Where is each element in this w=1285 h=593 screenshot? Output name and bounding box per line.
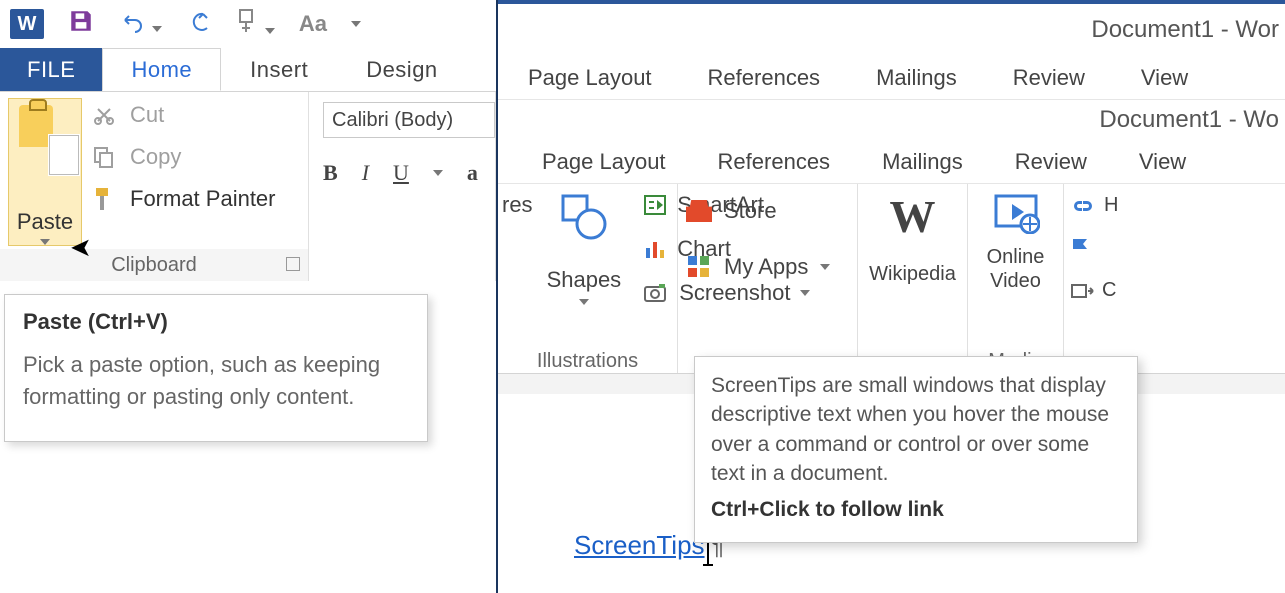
cut-label: Cut — [130, 102, 164, 128]
clipboard-group: Paste Cut Copy Format Painter Clipboar — [0, 92, 309, 281]
format-painter-button[interactable]: Format Painter — [92, 186, 276, 212]
underline-button[interactable]: U — [393, 160, 409, 186]
screentip-title: Paste (Ctrl+V) — [23, 309, 409, 335]
bold-button[interactable]: B — [323, 160, 338, 186]
font-name-value: Calibri (Body) — [332, 109, 453, 132]
store-button[interactable]: Store — [686, 198, 849, 224]
window-title-2: Document1 - Wo — [1099, 106, 1279, 134]
paste-screentip: Paste (Ctrl+V) Pick a paste option, such… — [4, 294, 428, 442]
redo-icon[interactable] — [186, 10, 212, 39]
tab-mailings-1[interactable]: Mailings — [876, 65, 957, 91]
hyperlink-button[interactable]: H — [1070, 194, 1285, 217]
illustrations-group: res Shapes SmartArt Chart — [498, 184, 678, 373]
tab-page-layout-1[interactable]: Page Layout — [528, 65, 652, 91]
font-a-button[interactable]: a — [467, 160, 478, 186]
paste-sheet-icon — [49, 135, 79, 175]
change-case-icon[interactable]: Aa — [299, 11, 327, 37]
my-apps-dropdown-icon[interactable] — [820, 264, 830, 270]
store-icon — [686, 200, 712, 222]
tab-references-2[interactable]: References — [718, 149, 831, 175]
tab-view-1[interactable]: View — [1141, 65, 1188, 91]
shapes-label[interactable]: Shapes — [547, 267, 622, 293]
save-icon[interactable] — [68, 8, 94, 40]
tab-review-2[interactable]: Review — [1015, 149, 1087, 175]
cut-button[interactable]: Cut — [92, 102, 276, 128]
screentip-body: Pick a paste option, such as keeping for… — [23, 349, 409, 413]
hyperlink-text[interactable]: ScreenTips — [574, 530, 705, 560]
hyperlink-screentip: ScreenTips are small windows that displa… — [694, 356, 1138, 543]
cross-ref-label: C — [1102, 279, 1116, 302]
wikipedia-icon[interactable]: W — [866, 190, 959, 243]
paste-label: Paste — [17, 209, 73, 235]
touch-mode-icon[interactable] — [236, 8, 274, 41]
tab-design[interactable]: Design — [337, 48, 466, 91]
store-label: Store — [724, 198, 777, 224]
title-bar-2: Document1 - Wo — [498, 100, 1285, 140]
paste-dropdown-icon[interactable] — [40, 239, 50, 245]
my-apps-button[interactable]: My Apps — [686, 254, 849, 280]
online-video-label[interactable]: Online Video — [976, 245, 1055, 293]
my-apps-icon — [686, 254, 712, 280]
hyperlink-label: H — [1104, 194, 1118, 217]
tab-review-1[interactable]: Review — [1013, 65, 1085, 91]
clipboard-icon — [19, 105, 53, 147]
word-logo-icon: W — [10, 9, 44, 39]
window-title-1: Document1 - Wor — [1091, 16, 1279, 44]
my-apps-label: My Apps — [724, 254, 808, 280]
underline-dropdown-icon[interactable] — [433, 170, 443, 176]
tab-home[interactable]: Home — [102, 48, 221, 91]
tab-mailings-2[interactable]: Mailings — [882, 149, 963, 175]
quick-access-toolbar: W Aa — [0, 0, 496, 48]
tab-view-2[interactable]: View — [1139, 149, 1186, 175]
touch-dropdown-icon[interactable] — [265, 28, 275, 34]
clipboard-group-label: Clipboard — [0, 249, 308, 281]
copy-button[interactable]: Copy — [92, 144, 276, 170]
online-video-icon[interactable] — [992, 221, 1040, 238]
cross-reference-button[interactable]: C — [1070, 279, 1285, 302]
clipboard-dialog-launcher-icon[interactable] — [286, 257, 300, 271]
undo-icon[interactable] — [118, 10, 162, 39]
cursor-arrow-icon: ➤ — [70, 232, 92, 263]
shapes-dropdown-icon[interactable] — [579, 299, 589, 305]
copy-label: Copy — [130, 144, 181, 170]
hyperlink-screentip-body: ScreenTips are small windows that displa… — [711, 374, 1109, 485]
italic-button[interactable]: I — [362, 160, 369, 186]
ribbon-tabs-left: FILE Home Insert Design — [0, 48, 496, 92]
illustrations-group-label: Illustrations — [498, 350, 677, 373]
ribbon-tabs-lower: Page Layout References Mailings Review V… — [498, 140, 1285, 184]
media-group: Online Video Media — [968, 184, 1064, 373]
tab-references-1[interactable]: References — [708, 65, 821, 91]
links-group: H C — [1064, 184, 1285, 373]
font-name-combo[interactable]: Calibri (Body) — [323, 102, 495, 138]
hyperlink-screentip-ctrl: Ctrl+Click to follow link — [711, 495, 1121, 524]
format-painter-label: Format Painter — [130, 186, 276, 212]
apps-group: Store My Apps — [678, 184, 858, 373]
title-bar-1: Document1 - Wor — [498, 0, 1285, 56]
bookmark-flag-icon — [1070, 237, 1090, 259]
tab-file[interactable]: FILE — [0, 48, 102, 91]
bookmark-button[interactable] — [1070, 237, 1285, 259]
wikipedia-group: W Wikipedia — [858, 184, 968, 373]
undo-dropdown-icon[interactable] — [152, 26, 162, 32]
shapes-icon[interactable] — [559, 192, 609, 247]
tab-page-layout-2[interactable]: Page Layout — [542, 149, 666, 175]
open-folder-icon[interactable] — [351, 15, 361, 33]
left-word-window: W Aa FILE Home Insert Design — [0, 0, 496, 593]
paste-button[interactable]: Paste — [8, 98, 82, 246]
wikipedia-label[interactable]: Wikipedia — [866, 263, 959, 286]
font-group: Calibri (Body) B I U a — [309, 92, 496, 281]
pictures-res-fragment: res — [502, 192, 533, 218]
tab-insert[interactable]: Insert — [221, 48, 337, 91]
ribbon-insert: res Shapes SmartArt Chart — [498, 184, 1285, 374]
link-icon — [1070, 196, 1096, 216]
ribbon-tabs-upper: Page Layout References Mailings Review V… — [498, 56, 1285, 100]
cross-ref-icon — [1070, 281, 1094, 301]
